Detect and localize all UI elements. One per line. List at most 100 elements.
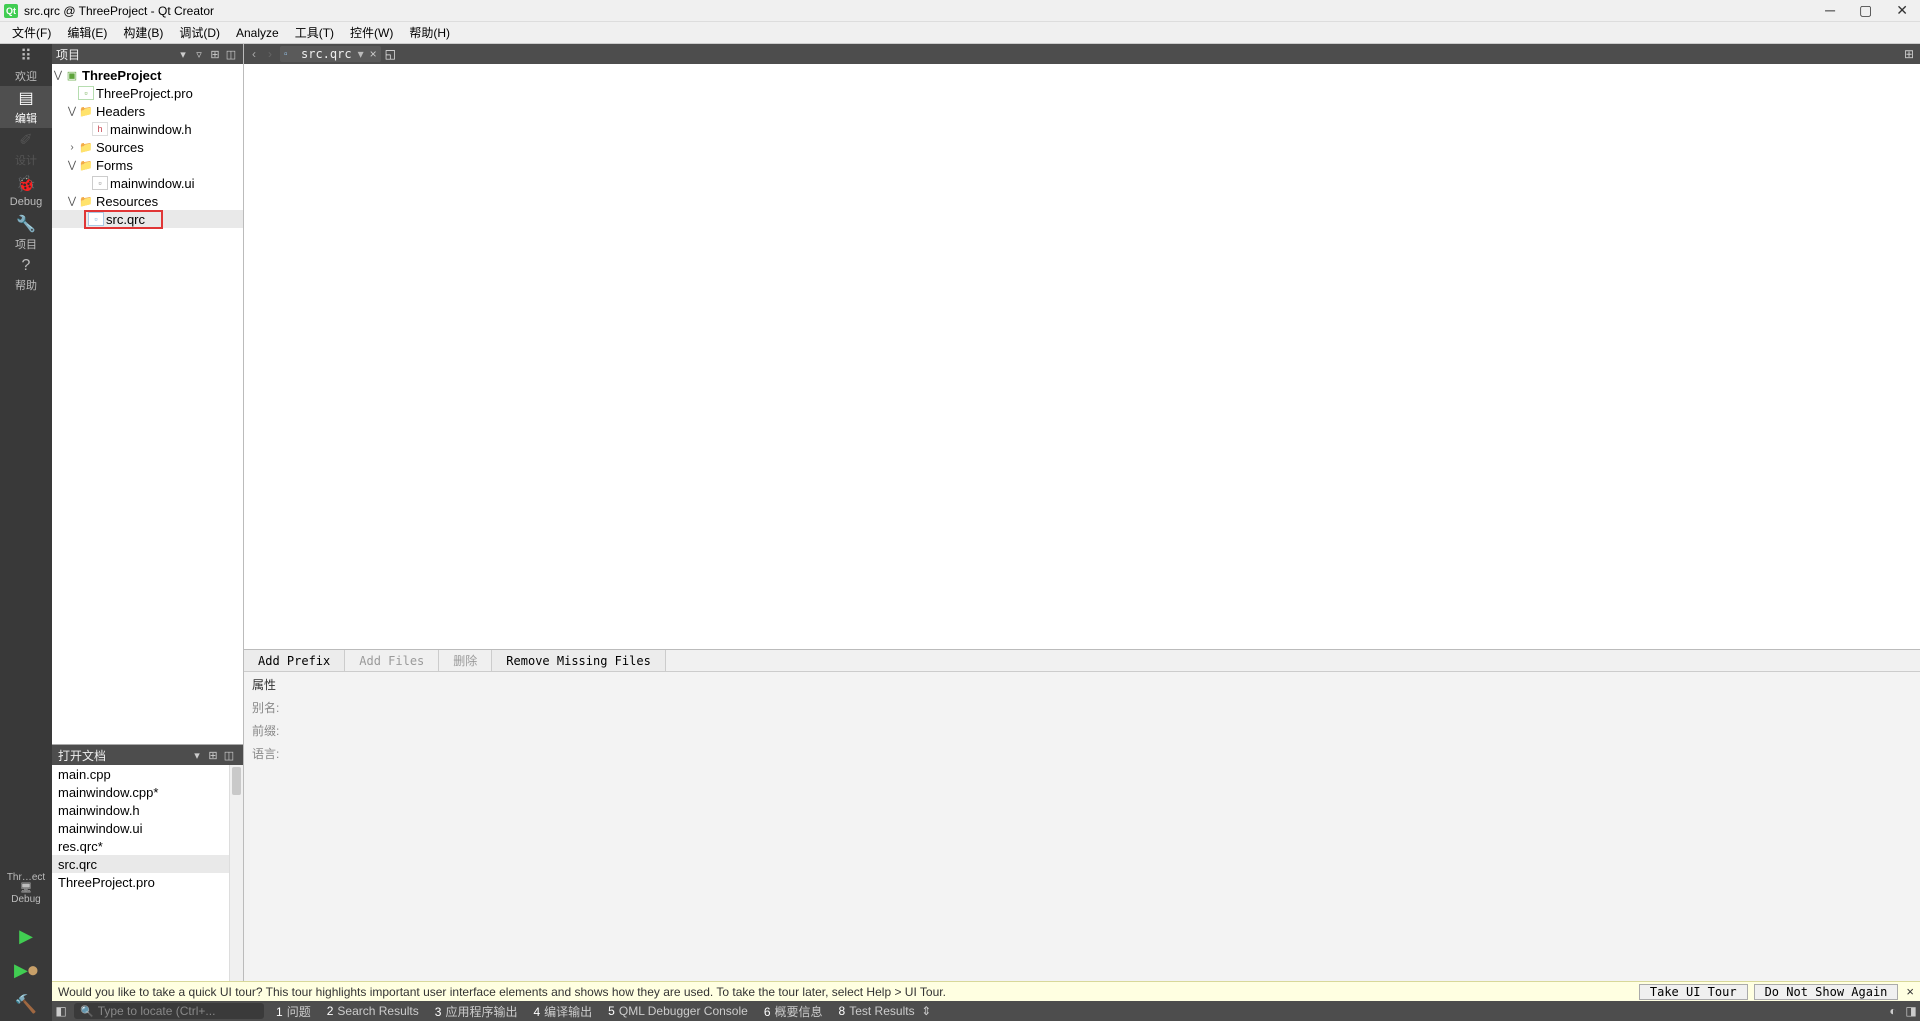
run-debug-button[interactable]: ▶⬤ <box>0 953 52 987</box>
grid-icon: ⠿ <box>20 46 32 66</box>
output-pane-testresults[interactable]: 8Test Results ⇕ <box>831 1004 940 1018</box>
editor-tabbar: ‹ › ▫ src.qrc ▾ × ◱ ⊞ <box>244 44 1920 64</box>
updown-icon: ⇕ <box>921 1004 931 1018</box>
sidebar-toggle-icon[interactable]: ◧ <box>52 1004 70 1018</box>
maximize-button[interactable]: ▢ <box>1859 2 1872 19</box>
locator-input[interactable]: 🔍 Type to locate (Ctrl+... <box>74 1003 264 1019</box>
mode-edit[interactable]: ▤ 编辑 <box>0 86 52 128</box>
editor-tab[interactable]: ▫ src.qrc ▾ × <box>280 46 381 62</box>
tree-headers-folder[interactable]: ⋁ 📁 Headers <box>52 102 243 120</box>
nav-back-button[interactable]: ‹ <box>246 47 262 61</box>
mode-strip: ⠿ 欢迎 ▤ 编辑 ✐ 设计 🐞 Debug 🔧 项目 ? 帮助 Thr…ect… <box>0 44 52 1021</box>
status-bar: ◧ 🔍 Type to locate (Ctrl+... 1问题 2Search… <box>52 1001 1920 1021</box>
remove-missing-button[interactable]: Remove Missing Files <box>492 650 666 671</box>
output-pane-general[interactable]: 6概要信息 <box>756 1003 831 1020</box>
editor-split-icon[interactable]: ⊞ <box>1900 47 1918 61</box>
menu-widgets[interactable]: 控件(W) <box>342 22 401 43</box>
output-pane-qmldbg[interactable]: 5QML Debugger Console <box>600 1004 756 1018</box>
menu-file[interactable]: 文件(F) <box>4 22 59 43</box>
opendocs-close-icon[interactable]: ◫ <box>221 749 237 762</box>
folder-icon: 📁 <box>78 140 94 154</box>
minimize-button[interactable]: ─ <box>1825 2 1835 19</box>
resource-editor-area[interactable] <box>244 64 1920 649</box>
mode-design[interactable]: ✐ 设计 <box>0 128 52 170</box>
ui-file-icon: ▫ <box>92 176 108 190</box>
edit-icon: ▤ <box>18 88 33 108</box>
run-button[interactable]: ▶ <box>0 919 52 953</box>
output-pane-issues[interactable]: 1问题 <box>268 1003 319 1020</box>
ui-tour-banner: Would you like to take a quick UI tour? … <box>52 981 1920 1001</box>
opendoc-item[interactable]: mainwindow.cpp* <box>52 783 229 801</box>
opendocs-scrollbar[interactable] <box>229 765 243 981</box>
menu-tools[interactable]: 工具(T) <box>287 22 342 43</box>
close-button[interactable]: ✕ <box>1896 2 1908 19</box>
tree-ui-file[interactable]: ▫ mainwindow.ui <box>52 174 243 192</box>
tree-resources-folder[interactable]: ⋁ 📁 Resources <box>52 192 243 210</box>
chevron-right-icon: › <box>66 142 78 153</box>
progress-toggle-icon[interactable]: ◐ <box>1884 1004 1902 1018</box>
project-dropdown-icon[interactable]: ▾ <box>175 48 191 61</box>
properties-title: 属性 <box>252 676 1912 693</box>
resource-properties-panel: 属性 别名: 前缀: 语言: <box>244 671 1920 981</box>
menu-debug[interactable]: 调试(D) <box>171 22 228 43</box>
qrc-file-icon: ▫ <box>88 212 104 226</box>
output-pane-compile[interactable]: 4编译输出 <box>525 1003 600 1020</box>
mode-welcome[interactable]: ⠿ 欢迎 <box>0 44 52 86</box>
opendoc-item[interactable]: src.qrc <box>52 855 229 873</box>
build-button[interactable]: 🔨 <box>0 987 52 1021</box>
opendocs-dropdown-icon[interactable]: ▾ <box>189 749 205 762</box>
tree-pro-file[interactable]: ▫ ThreeProject.pro <box>52 84 243 102</box>
mode-projects[interactable]: 🔧 项目 <box>0 212 52 254</box>
tree-sources-folder[interactable]: › 📁 Sources <box>52 138 243 156</box>
tree-ui-label: mainwindow.ui <box>110 176 195 191</box>
add-files-button: Add Files <box>345 650 439 671</box>
tree-header-file[interactable]: h mainwindow.h <box>52 120 243 138</box>
do-not-show-again-button[interactable]: Do Not Show Again <box>1754 984 1899 1000</box>
window-title: src.qrc @ ThreeProject - Qt Creator <box>24 4 214 18</box>
tree-header-label: mainwindow.h <box>110 122 192 137</box>
menu-help[interactable]: 帮助(H) <box>401 22 458 43</box>
mode-debug[interactable]: 🐞 Debug <box>0 170 52 212</box>
menu-analyze[interactable]: Analyze <box>228 24 287 42</box>
mode-projects-label: 项目 <box>15 236 37 252</box>
project-tree[interactable]: ⋁ ▣ ThreeProject ▫ ThreeProject.pro ⋁ 📁 … <box>52 64 243 744</box>
close-icon[interactable]: × <box>1906 984 1914 999</box>
opendoc-item[interactable]: mainwindow.h <box>52 801 229 819</box>
take-ui-tour-button[interactable]: Take UI Tour <box>1639 984 1748 1000</box>
output-pane-appoutput[interactable]: 3应用程序输出 <box>427 1003 526 1020</box>
search-icon: 🔍 <box>80 1005 94 1018</box>
project-filter-icon[interactable]: ▿ <box>191 48 207 61</box>
new-window-icon[interactable]: ◱ <box>385 47 396 61</box>
tab-dropdown-icon[interactable]: ▾ <box>358 47 364 61</box>
opendoc-item[interactable]: ThreeProject.pro <box>52 873 229 891</box>
tree-qrc-file[interactable]: ▫ src.qrc <box>52 210 243 228</box>
opendoc-item[interactable]: mainwindow.ui <box>52 819 229 837</box>
opendoc-item[interactable]: main.cpp <box>52 765 229 783</box>
menu-build[interactable]: 构建(B) <box>115 22 171 43</box>
nav-forward-button[interactable]: › <box>262 47 278 61</box>
titlebar: Qt src.qrc @ ThreeProject - Qt Creator ─… <box>0 0 1920 22</box>
target-project-label: Thr…ect <box>7 872 45 883</box>
menu-edit[interactable]: 编辑(E) <box>59 22 115 43</box>
folder-icon: 📁 <box>78 104 94 118</box>
mode-welcome-label: 欢迎 <box>15 68 37 84</box>
chevron-down-icon: ⋁ <box>66 196 78 207</box>
wrench-icon: 🔧 <box>16 214 36 234</box>
open-documents-title: 打开文档 <box>58 747 189 764</box>
add-prefix-button[interactable]: Add Prefix <box>244 650 345 671</box>
menubar: 文件(F) 编辑(E) 构建(B) 调试(D) Analyze 工具(T) 控件… <box>0 22 1920 44</box>
project-sync-icon[interactable]: ⊞ <box>207 48 223 61</box>
opendoc-item[interactable]: res.qrc* <box>52 837 229 855</box>
project-split-icon[interactable]: ◫ <box>223 48 239 61</box>
close-icon[interactable]: × <box>370 47 377 61</box>
rightbar-toggle-icon[interactable]: ◨ <box>1902 1004 1920 1018</box>
build-target-selector[interactable]: Thr…ect 🖥 Debug <box>0 857 52 919</box>
mode-help[interactable]: ? 帮助 <box>0 254 52 296</box>
tree-forms-folder[interactable]: ⋁ 📁 Forms <box>52 156 243 174</box>
property-language-label: 语言: <box>252 745 1912 762</box>
delete-button: 删除 <box>439 650 492 671</box>
opendocs-split-icon[interactable]: ⊞ <box>205 749 221 762</box>
tree-forms-label: Forms <box>96 158 133 173</box>
output-pane-search[interactable]: 2Search Results <box>319 1004 427 1018</box>
tree-project-root[interactable]: ⋁ ▣ ThreeProject <box>52 66 243 84</box>
